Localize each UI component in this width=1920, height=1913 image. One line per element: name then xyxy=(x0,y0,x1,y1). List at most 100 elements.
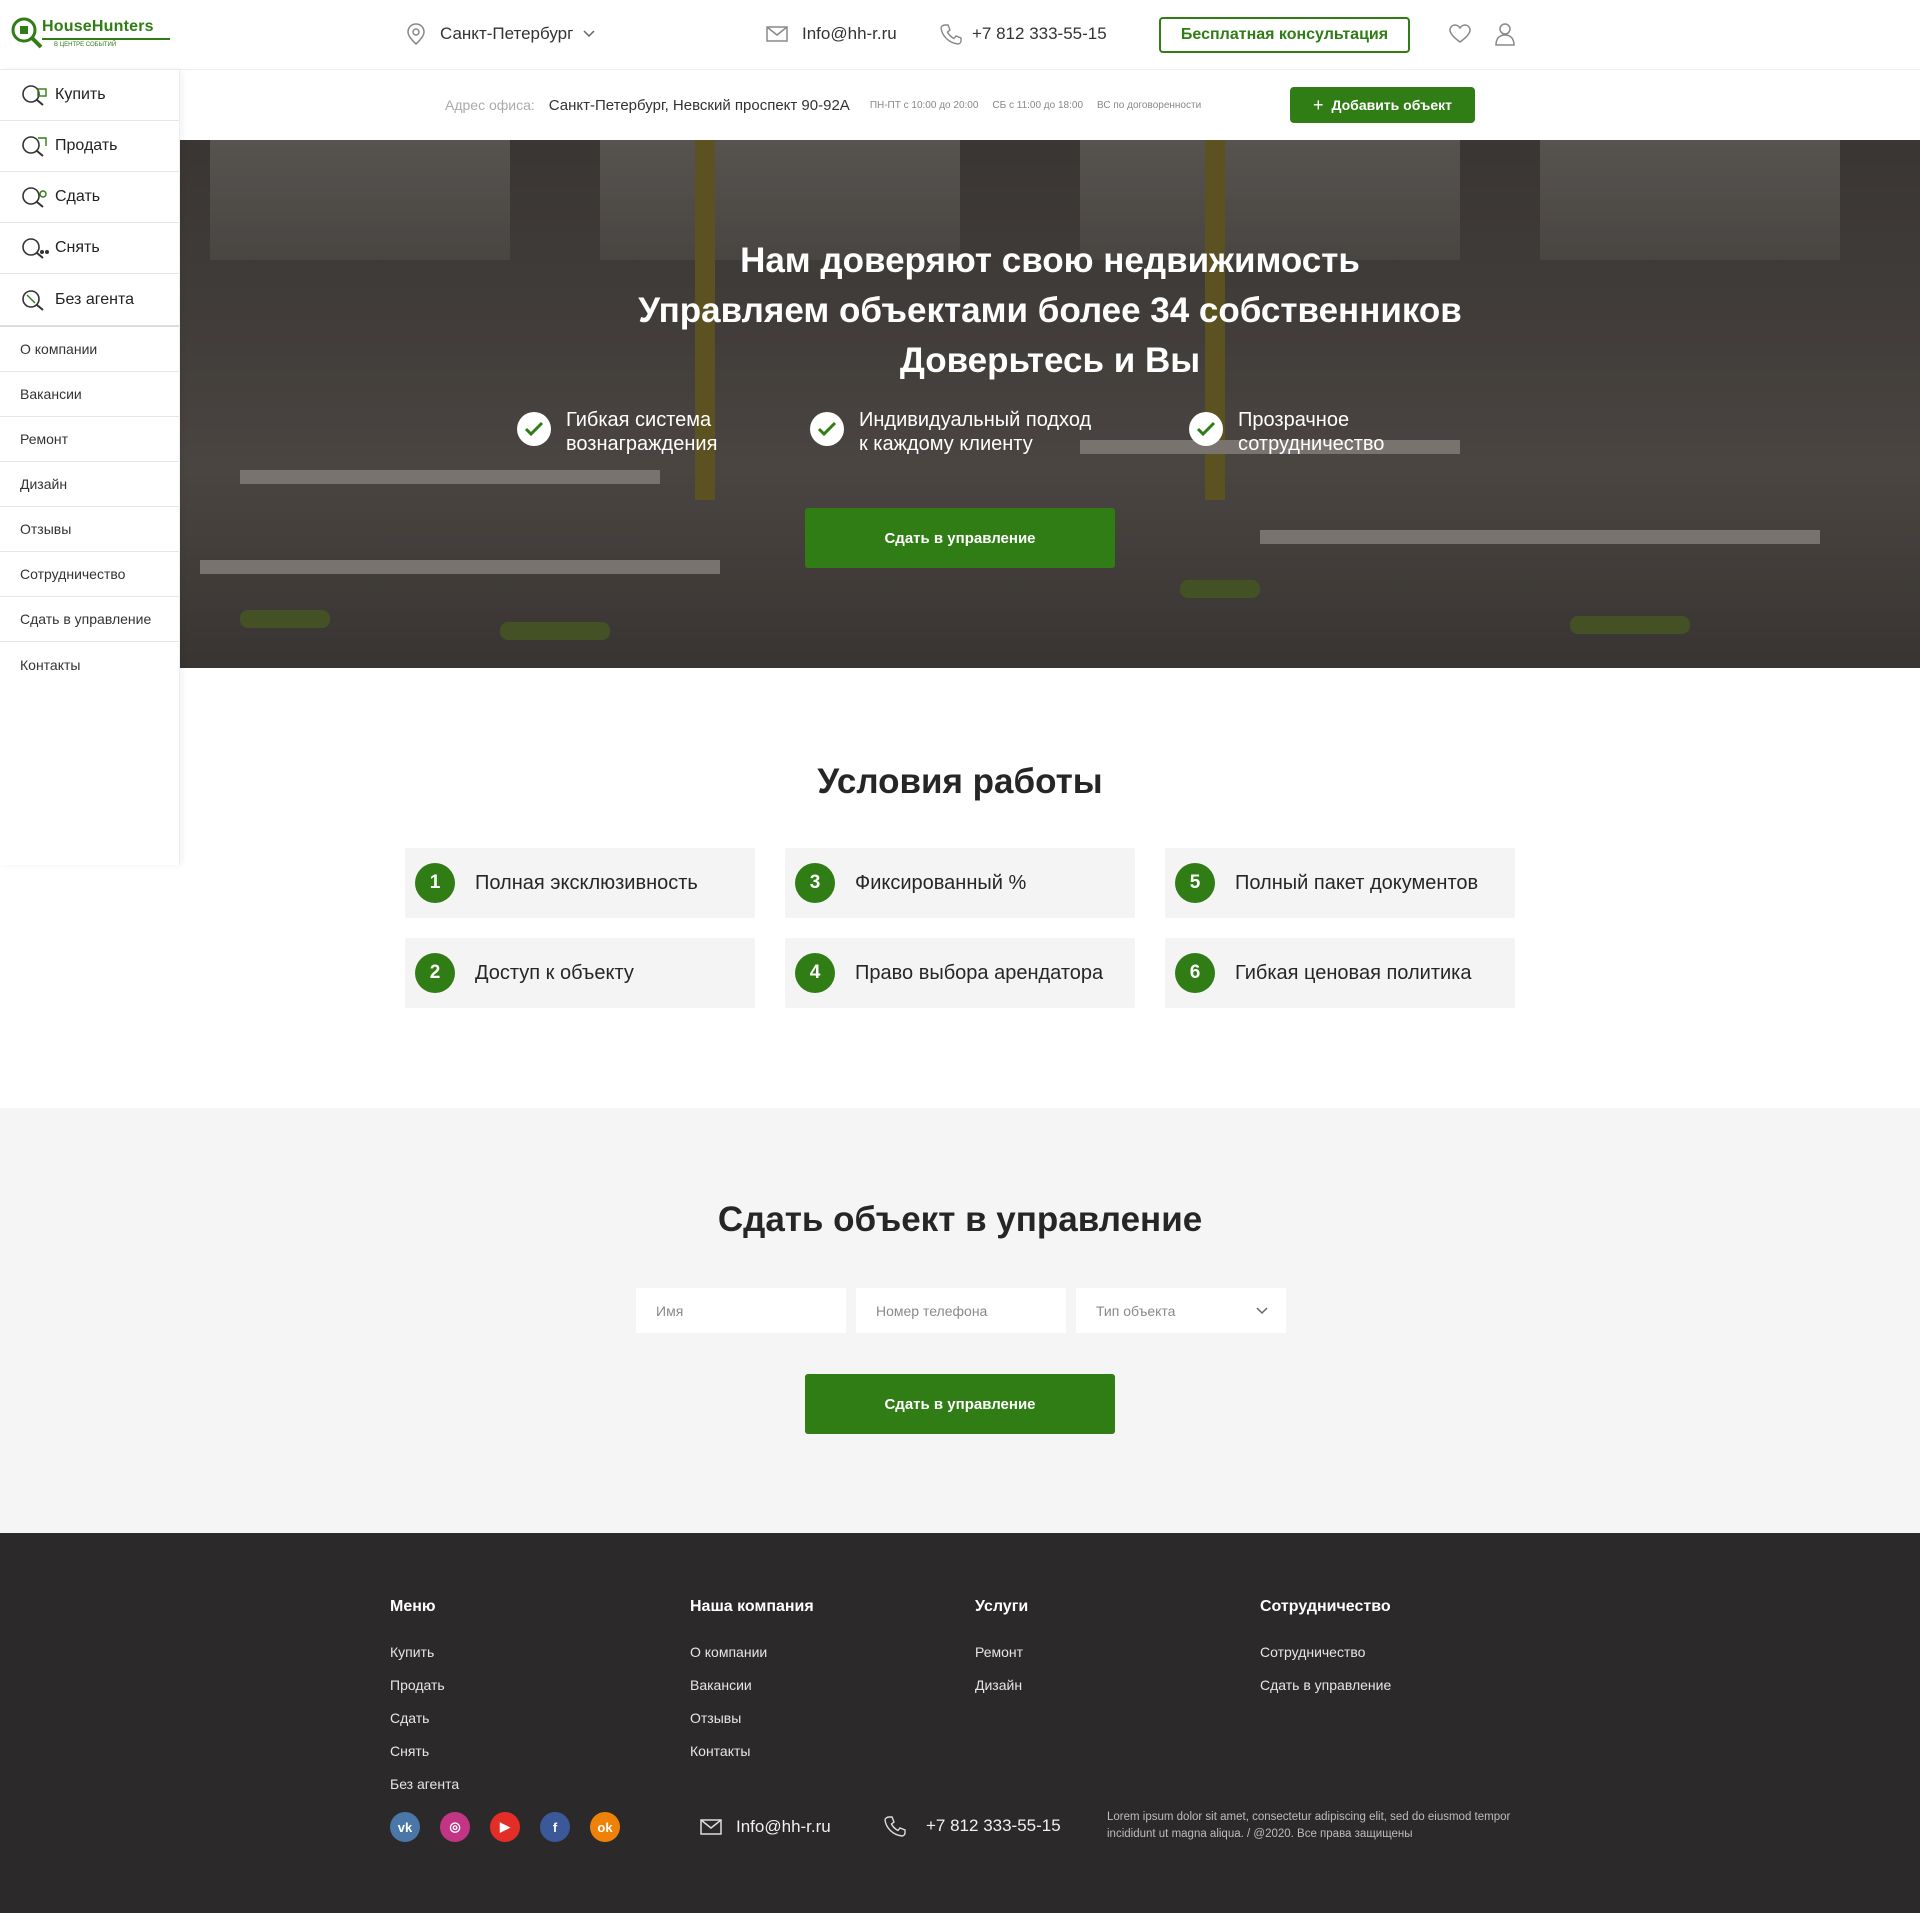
conditions-title: Условия работы xyxy=(817,762,1103,801)
hero-feature-text: Прозрачное сотрудничество xyxy=(1238,408,1384,456)
plus-icon: + xyxy=(1312,94,1324,115)
name-input[interactable] xyxy=(636,1288,846,1333)
condition-card: 6 Гибкая ценовая политика xyxy=(1165,938,1515,1008)
sidebar-item-buy[interactable]: Купить xyxy=(0,70,179,121)
footer-link-about[interactable]: О компании xyxy=(690,1636,814,1669)
rent-icon xyxy=(22,238,49,259)
sidebar-item-cooperation[interactable]: Сотрудничество xyxy=(0,552,179,597)
sidebar-item-rent-out[interactable]: Сдать xyxy=(0,172,179,223)
footer-link-repair[interactable]: Ремонт xyxy=(975,1636,1028,1669)
footer-link-sell[interactable]: Продать xyxy=(390,1669,459,1702)
sidebar-item-management[interactable]: Сдать в управление xyxy=(0,597,179,642)
add-object-button[interactable]: + Добавить объект xyxy=(1290,87,1475,123)
user-profile-icon[interactable] xyxy=(1495,22,1515,46)
footer-link-contacts[interactable]: Контакты xyxy=(690,1735,814,1768)
instagram-icon[interactable]: ◎ xyxy=(440,1812,470,1842)
buy-icon xyxy=(22,85,47,106)
youtube-icon[interactable]: ▶ xyxy=(490,1812,520,1842)
sidebar-item-about[interactable]: О компании xyxy=(0,327,179,372)
footer-phone[interactable]: +7 812 333-55-15 xyxy=(884,1815,1061,1837)
condition-text: Право выбора арендатора xyxy=(855,961,1104,984)
footer-copyright: Lorem ipsum dolor sit amet, consectetur … xyxy=(1107,1811,1511,1840)
sidebar-item-no-agent[interactable]: Без агента xyxy=(0,274,179,325)
location-pin-icon xyxy=(407,23,425,45)
footer-link-reviews[interactable]: Отзывы xyxy=(690,1702,814,1735)
sidebar-sub-menu: О компании Вакансии Ремонт Дизайн Отзывы… xyxy=(0,327,179,687)
logo-underline xyxy=(42,38,170,40)
site-header: HouseHunters В ЦЕНТРЕ СОБЫТИЙ Санкт-Пете… xyxy=(0,0,1920,70)
phone-icon xyxy=(940,24,962,45)
footer-link-no-agent[interactable]: Без агента xyxy=(390,1768,459,1801)
header-email-text: Info@hh-r.ru xyxy=(802,24,897,43)
office-address-label: Адрес офиса: xyxy=(445,97,535,113)
sidebar-main-menu: Купить Продать Сдать Снять Без агента xyxy=(0,70,179,327)
condition-card: 5 Полный пакет документов xyxy=(1165,848,1515,918)
hero-banner: Нам доверяют свою недвижимость Управляем… xyxy=(180,140,1920,668)
footer-link-rent[interactable]: Снять xyxy=(390,1735,459,1768)
object-type-placeholder: Тип объекта xyxy=(1096,1302,1176,1319)
sidebar-item-repair[interactable]: Ремонт xyxy=(0,417,179,462)
condition-card: 4 Право выбора арендатора xyxy=(785,938,1135,1008)
hours-weekdays: ПН-ПТ с 10:00 до 20:00 xyxy=(869,99,979,111)
mail-icon xyxy=(766,26,788,42)
chevron-down-icon xyxy=(583,30,595,38)
sidebar-item-reviews[interactable]: Отзывы xyxy=(0,507,179,552)
check-circle-icon xyxy=(517,412,551,446)
condition-text: Полный пакет документов xyxy=(1235,871,1479,894)
sidebar-item-label: Продать xyxy=(55,137,118,154)
odnoklassniki-icon[interactable]: ok xyxy=(590,1812,620,1842)
no-agent-icon xyxy=(22,289,44,311)
sidebar-item-label: Без агента xyxy=(55,290,134,308)
sidebar-item-vacancies[interactable]: Вакансии xyxy=(0,372,179,417)
facebook-icon[interactable]: f xyxy=(540,1812,570,1842)
phone-input[interactable] xyxy=(856,1288,1066,1333)
footer-link-design[interactable]: Дизайн xyxy=(975,1669,1028,1702)
hero-feature-approach: Индивидуальный подход к каждому клиенту xyxy=(810,408,1091,456)
hero-feature-line: Гибкая система xyxy=(566,409,712,431)
hero-feature-text: Индивидуальный подход к каждому клиенту xyxy=(859,408,1091,456)
sidebar-item-contacts[interactable]: Контакты xyxy=(0,642,179,687)
footer-link-buy[interactable]: Купить xyxy=(390,1636,459,1669)
header-phone[interactable]: +7 812 333-55-15 xyxy=(940,22,1107,46)
hero-feature-line: Индивидуальный подход xyxy=(859,409,1092,431)
condition-card: 3 Фиксированный % xyxy=(785,848,1135,918)
object-type-select[interactable]: Тип объекта xyxy=(1076,1288,1286,1333)
sidebar-item-sell[interactable]: Продать xyxy=(0,121,179,172)
hours-sunday: ВС по договоренности xyxy=(1097,99,1202,111)
hero-management-button[interactable]: Сдать в управление xyxy=(805,508,1115,568)
sidebar-item-rent[interactable]: Снять xyxy=(0,223,179,274)
phone-icon xyxy=(884,1816,906,1837)
condition-text: Доступ к объекту xyxy=(475,961,634,984)
footer-column-heading: Меню xyxy=(390,1598,436,1615)
condition-number: 4 xyxy=(795,953,835,993)
footer-email[interactable]: Info@hh-r.ru xyxy=(700,1817,831,1837)
footer-link-vacancies[interactable]: Вакансии xyxy=(690,1669,814,1702)
vk-icon[interactable]: vk xyxy=(390,1812,420,1842)
sidebar-item-label: Сдать xyxy=(55,188,101,205)
city-selector[interactable]: Санкт-Петербург xyxy=(406,22,595,46)
footer-company-column: Наша компания О компании Вакансии Отзывы… xyxy=(690,1598,814,1768)
form-title: Сдать объект в управление xyxy=(717,1200,1203,1239)
favorites-heart-icon[interactable] xyxy=(1449,24,1471,44)
footer-link-rent-out[interactable]: Сдать xyxy=(390,1702,459,1735)
footer-column-heading: Наша компания xyxy=(690,1598,814,1615)
sidebar-item-design[interactable]: Дизайн xyxy=(0,462,179,507)
logo[interactable]: HouseHunters В ЦЕНТРЕ СОБЫТИЙ xyxy=(10,14,170,54)
chevron-down-icon xyxy=(1256,1306,1268,1314)
footer-link-cooperation[interactable]: Сотрудничество xyxy=(1260,1636,1391,1669)
condition-card: 1 Полная эксклюзивность xyxy=(405,848,755,918)
hero-feature-line: сотрудничество xyxy=(1238,433,1385,455)
hero-feature-transparency: Прозрачное сотрудничество xyxy=(1189,408,1384,456)
condition-text: Фиксированный % xyxy=(855,871,1027,894)
header-email[interactable]: Info@hh-r.ru xyxy=(766,22,897,46)
form-submit-button[interactable]: Сдать в управление xyxy=(805,1374,1115,1434)
hero-feature-line: вознаграждения xyxy=(566,433,718,455)
footer-column-heading: Услуги xyxy=(975,1598,1029,1615)
footer-link-management[interactable]: Сдать в управление xyxy=(1260,1669,1391,1702)
city-name: Санкт-Петербург xyxy=(440,24,574,43)
sidebar-item-label: Снять xyxy=(55,239,100,256)
hero-feature-line: к каждому клиенту xyxy=(859,433,1033,455)
hero-feature-reward: Гибкая система вознаграждения xyxy=(517,408,717,456)
condition-number: 2 xyxy=(415,953,455,993)
free-consultation-button[interactable]: Бесплатная консультация xyxy=(1159,17,1410,53)
